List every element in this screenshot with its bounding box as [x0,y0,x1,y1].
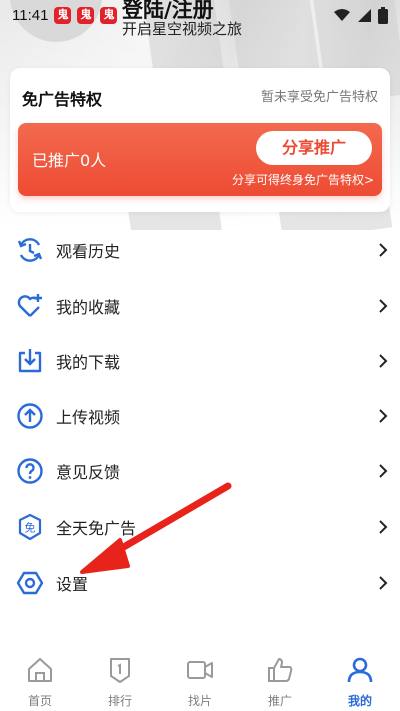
chevron-right-icon [379,576,388,590]
ad-free-badge-icon: 免 [18,513,42,541]
chevron-right-icon [379,243,388,257]
share-promote-button[interactable]: 分享推广 [256,131,372,165]
home-icon [28,658,52,682]
status-indicators [333,6,388,24]
ranking-icon [110,658,130,683]
menu-item-settings[interactable]: 设置 [0,557,400,609]
bottom-tab-bar: 首页 排行 找片 推广 我的 [0,648,400,711]
app-notification-icon: 鬼 [54,6,72,24]
settings-hexagon-icon [16,571,44,595]
tab-promote[interactable]: 推广 [240,648,320,711]
tab-label: 找片 [187,694,212,708]
menu-label: 设置 [56,575,89,594]
share-hint-link[interactable]: 分享可得终身免广告特权> [232,171,374,188]
menu-label: 全天免广告 [56,519,137,538]
ad-free-title: 免广告特权 [22,90,103,109]
ad-free-card: 免广告特权 暂未享受免广告特权 已推广0人 分享推广 分享可得终身免广告特权> [10,68,390,212]
tab-ranking[interactable]: 排行 [80,648,160,711]
chevron-right-icon [379,464,388,478]
menu-label: 观看历史 [56,242,121,261]
feedback-question-icon [17,458,43,484]
tab-find-videos[interactable]: 找片 [160,648,240,711]
app-notification-icon: 鬼 [77,6,95,24]
app-notification-icon: 鬼 [100,6,118,24]
tab-home[interactable]: 首页 [0,648,80,711]
tab-label: 首页 [27,694,52,708]
ad-free-status: 暂未享受免广告特权 [260,90,378,105]
history-icon [17,238,43,262]
menu-item-watch-history[interactable]: 观看历史 [0,224,400,276]
svg-text:免: 免 [25,521,36,535]
promotion-count: 已推广0人 [32,151,107,170]
wifi-icon [334,9,350,21]
signal-icon [358,8,371,22]
favorite-heart-icon [17,294,42,317]
chevron-right-icon [379,409,388,423]
thumbs-up-icon [268,658,293,682]
menu-label: 意见反馈 [56,463,121,482]
video-camera-icon [187,661,213,679]
tab-label: 我的 [347,694,372,708]
tab-label: 排行 [107,694,132,708]
promotion-banner: 已推广0人 分享推广 分享可得终身免广告特权> [18,123,382,196]
menu-label: 我的收藏 [56,298,121,317]
download-icon [18,349,42,373]
menu-label: 上传视频 [56,408,121,427]
battery-icon [378,6,388,24]
status-time: 11:41 [12,6,49,24]
chevron-right-icon [379,299,388,313]
status-bar: 11:41 鬼 鬼 鬼 [0,0,400,30]
menu-item-feedback[interactable]: 意见反馈 [0,445,400,497]
menu-label: 我的下载 [56,353,121,372]
menu-item-ad-free[interactable]: 免 全天免广告 [0,501,400,553]
tab-label: 推广 [267,694,292,708]
upload-icon [17,403,43,429]
menu-item-favorites[interactable]: 我的收藏 [0,280,400,332]
menu-item-downloads[interactable]: 我的下载 [0,335,400,387]
chevron-right-icon [379,520,388,534]
tab-mine[interactable]: 我的 [320,648,400,711]
menu-item-upload-video[interactable]: 上传视频 [0,390,400,442]
chevron-right-icon [379,354,388,368]
profile-icon [347,657,373,683]
